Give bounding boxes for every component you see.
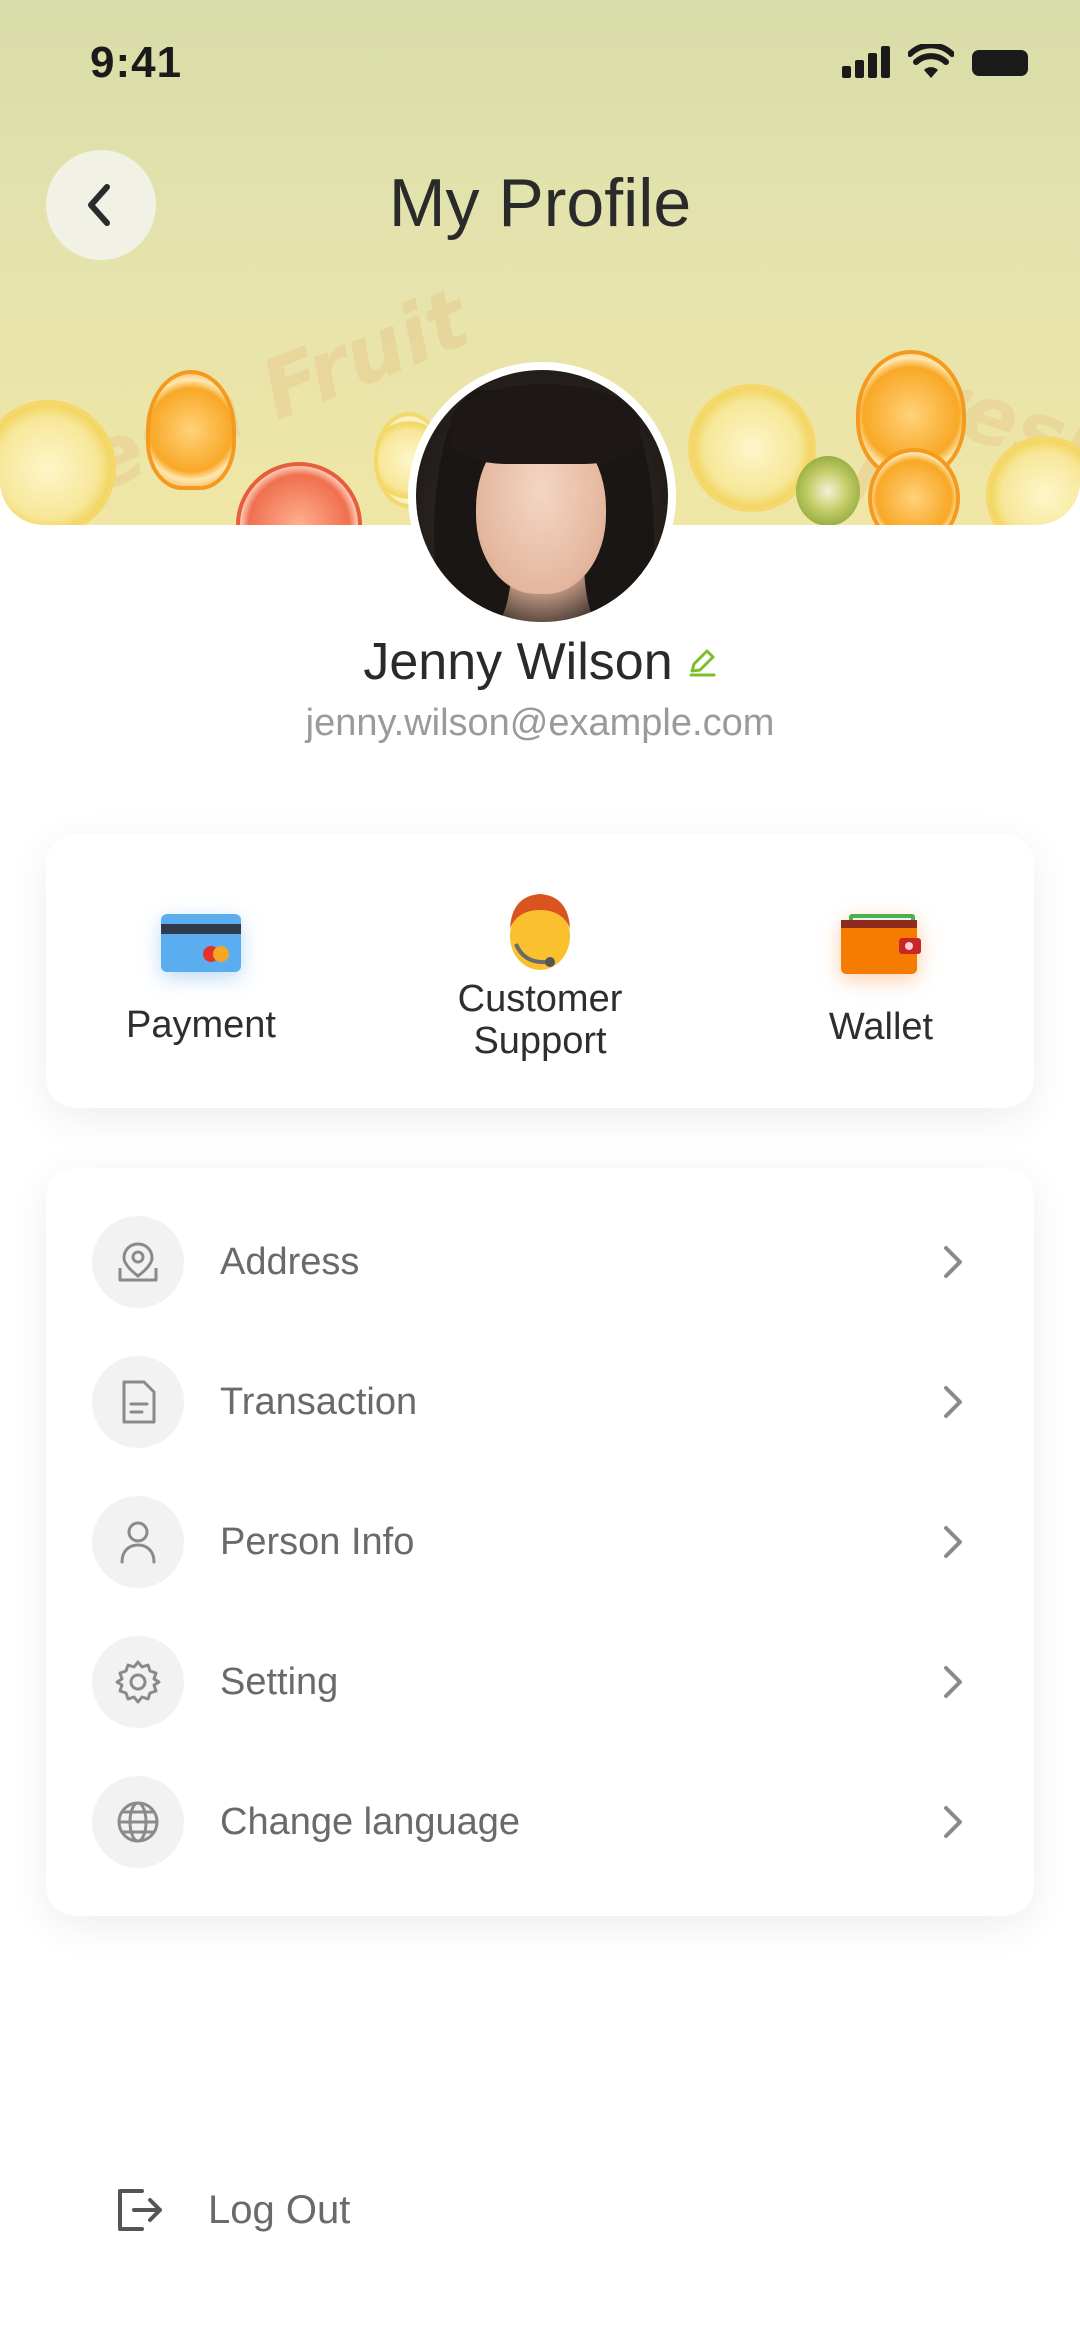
edit-pencil-icon[interactable] <box>687 647 717 677</box>
globe-icon <box>92 1776 184 1868</box>
menu-item-transaction[interactable]: Transaction <box>46 1342 1034 1462</box>
logout-label: Log Out <box>208 2188 351 2232</box>
logout-icon <box>118 2189 162 2231</box>
credit-card-icon <box>161 914 241 972</box>
payment-label: Payment <box>126 1004 276 1046</box>
location-pin-icon <box>92 1216 184 1308</box>
profile-name-row: Jenny Wilson <box>0 632 1080 692</box>
menu-label: Change language <box>220 1800 521 1843</box>
wifi-icon <box>908 44 954 78</box>
payment-button[interactable]: Payment <box>86 834 316 1108</box>
profile-name: Jenny Wilson <box>363 633 673 691</box>
menu-item-setting[interactable]: Setting <box>46 1622 1034 1742</box>
menu-label: Transaction <box>220 1380 418 1423</box>
wallet-label: Wallet <box>828 1006 934 1048</box>
menu-label: Address <box>220 1240 360 1283</box>
user-icon <box>92 1496 184 1588</box>
grapefruit-slice-image <box>236 462 362 525</box>
avatar-photo <box>416 370 668 622</box>
menu-label: Setting <box>220 1660 339 1703</box>
chevron-right-icon <box>942 1382 972 1422</box>
wallet-button[interactable]: Wallet <box>766 834 996 1108</box>
menu-item-person-info[interactable]: Person Info <box>46 1482 1034 1602</box>
menu-item-change-language[interactable]: Change language <box>46 1762 1034 1882</box>
orange-slice-image <box>146 370 236 490</box>
menu-label: Person Info <box>220 1520 415 1563</box>
logout-button[interactable]: Log Out <box>112 2180 350 2240</box>
customer-support-button[interactable]: Customer Support <box>424 834 656 1108</box>
menu-item-address[interactable]: Address <box>46 1202 1034 1322</box>
avatar[interactable] <box>408 362 676 630</box>
gear-icon <box>92 1636 184 1728</box>
wallet-icon <box>841 914 921 974</box>
page-title: My Profile <box>388 165 692 241</box>
chevron-right-icon <box>942 1802 972 1842</box>
settings-menu-card: Address Transaction Person Info Setting … <box>46 1168 1034 1916</box>
chevron-right-icon <box>942 1242 972 1282</box>
status-bar: 9:41 <box>0 0 1080 130</box>
document-icon <box>92 1356 184 1448</box>
profile-email: jenny.wilson@example.com <box>305 702 775 744</box>
customer-support-icon <box>510 894 570 970</box>
profile-screen: Fresh Fruit Fresh F 9:41 My Pr <box>0 0 1080 2339</box>
battery-icon <box>972 50 1028 76</box>
quick-actions-card: Payment Customer Support Wallet <box>46 834 1034 1108</box>
kiwi-slice-image <box>796 456 860 525</box>
signal-icon <box>842 46 894 78</box>
chevron-right-icon <box>942 1522 972 1562</box>
chevron-right-icon <box>942 1662 972 1702</box>
status-time: 9:41 <box>90 38 183 87</box>
customer-support-label: Customer Support <box>457 978 623 1062</box>
